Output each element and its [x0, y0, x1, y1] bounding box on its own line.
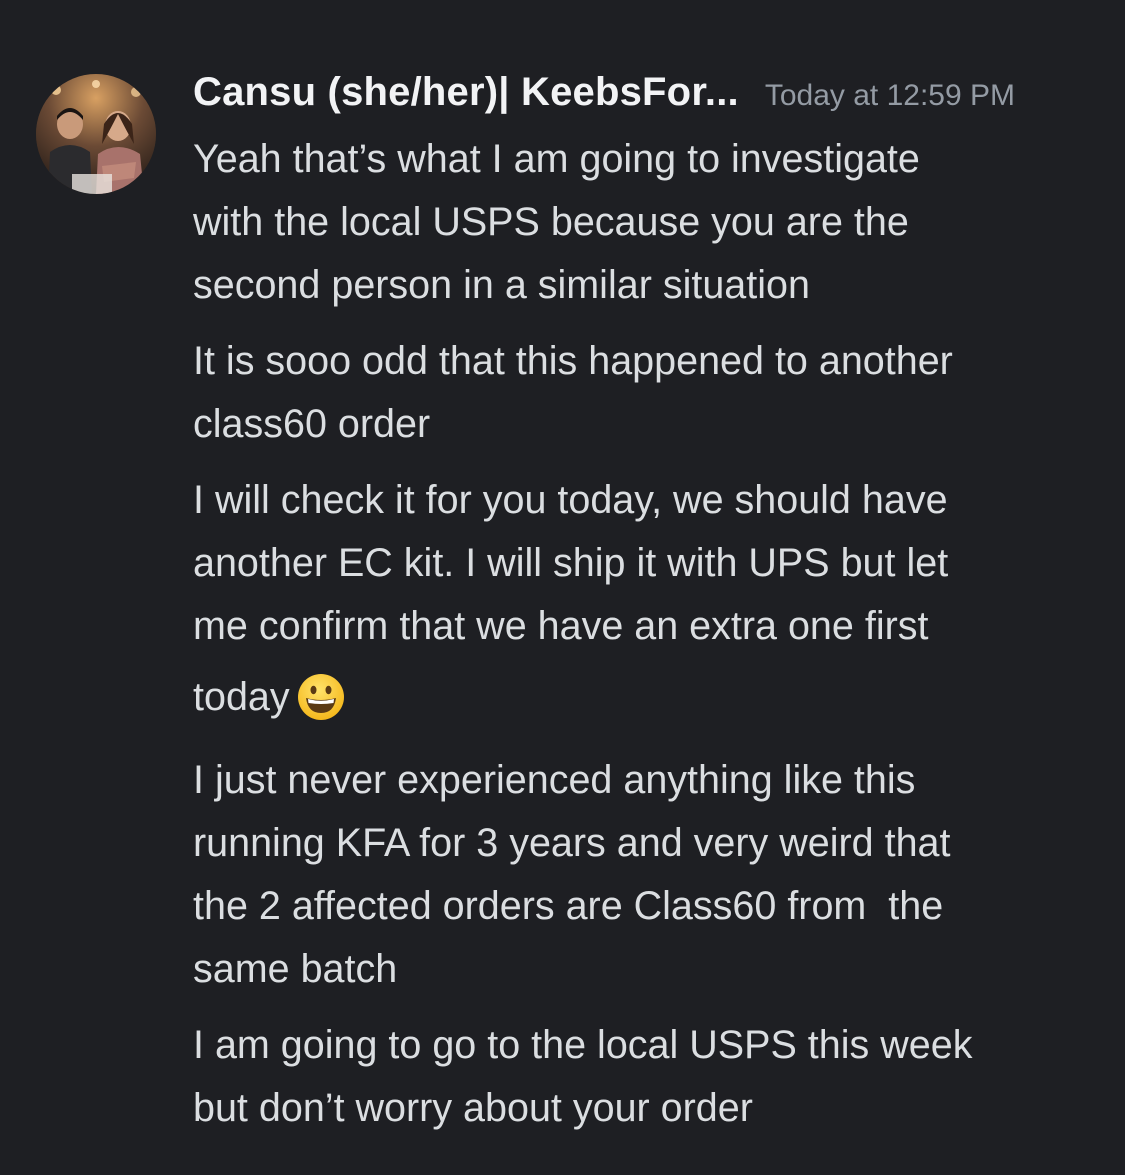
message-line: but don’t worry about your order	[193, 1086, 753, 1130]
author-name[interactable]: Cansu (she/her)| KeebsFor...	[193, 70, 739, 115]
message-line: It is sooo odd that this happened to ano…	[193, 339, 953, 383]
message-line: me confirm that we have an extra one fir…	[193, 604, 929, 648]
message-header: Cansu (she/her)| KeebsFor... Today at 12…	[193, 70, 1093, 128]
message-line: another EC kit. I will ship it with UPS …	[193, 541, 949, 585]
message-line: the 2 affected orders are Class60 from t…	[193, 884, 944, 928]
grinning-face-emoji-icon[interactable]	[296, 672, 346, 722]
user-avatar-photo-icon	[36, 74, 156, 194]
message-line: second person in a similar situation	[193, 263, 810, 307]
message-line: class60 order	[193, 402, 431, 446]
message-line: Yeah that’s what I am going to investiga…	[193, 137, 920, 181]
message-content: Cansu (she/her)| KeebsFor... Today at 12…	[193, 70, 1093, 1140]
message-line: I am going to go to the local USPS this …	[193, 1023, 973, 1067]
message-line: I will check it for you today, we should…	[193, 478, 948, 522]
avatar[interactable]	[36, 74, 156, 194]
message-body: Yeah that’s what I am going to investiga…	[193, 128, 1093, 1140]
message-timestamp[interactable]: Today at 12:59 PM	[765, 79, 1015, 113]
message-line: same batch	[193, 947, 398, 991]
message-line: running KFA for 3 years and very weird t…	[193, 821, 951, 865]
message-line: with the local USPS because you are the	[193, 200, 909, 244]
message-line-with-emoji: today	[193, 658, 1093, 736]
message-line-text: today	[193, 675, 290, 719]
message-line: I just never experienced anything like t…	[193, 758, 916, 802]
chat-message: Cansu (she/her)| KeebsFor... Today at 12…	[0, 0, 1125, 1175]
